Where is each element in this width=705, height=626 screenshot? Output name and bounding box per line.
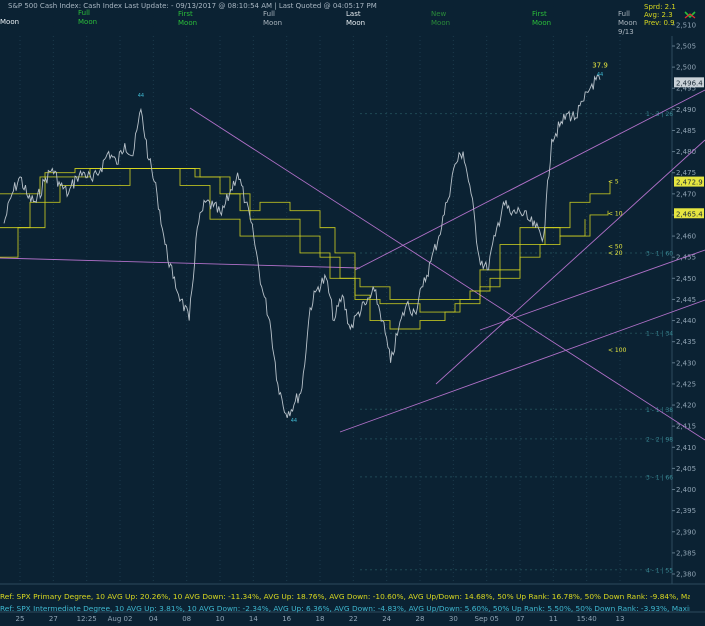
moon-phase-5-line2: Moon <box>431 19 451 27</box>
x-tick-label: 14 <box>249 615 258 623</box>
moon-phase-4-line2: Moon <box>346 19 366 27</box>
x-tick-label: 11 <box>549 615 558 623</box>
annotation-label: 44 <box>291 418 297 424</box>
moon-phase-7-line2: Moon <box>618 19 638 27</box>
trendline <box>435 139 705 385</box>
y-tick-label: 2,390 <box>676 528 696 536</box>
y-tick-label: 2,470 <box>676 190 696 198</box>
ma-label: < 10 <box>608 210 623 217</box>
y-tick-label: 2,420 <box>676 402 696 410</box>
trendline <box>0 257 361 269</box>
moon-phase-1-line1: Full <box>78 9 90 17</box>
x-tick-label: 24 <box>382 615 391 623</box>
ma-label: < 20 <box>608 250 623 257</box>
x-tick-label: 13 <box>616 615 625 623</box>
moon-phase-5-line1: New <box>431 10 447 18</box>
current-price-tag: 2,496.4 <box>676 79 703 87</box>
arrows-icon <box>684 11 696 19</box>
stat-sprd: Sprd: 2.1 <box>644 3 676 11</box>
annotation-label: 44 <box>138 93 144 99</box>
chart-title: S&P 500 Cash Index: Cash Index Last Upda… <box>8 2 377 10</box>
y-tick-label: 2,500 <box>676 64 696 72</box>
y-tick-label: 2,425 <box>676 380 696 388</box>
y-tick-label: 2,460 <box>676 233 696 241</box>
y-tick-label: 2,480 <box>676 148 696 156</box>
price-line <box>3 74 601 419</box>
trendline <box>354 89 705 271</box>
moon-phase-6-line2: Moon <box>532 19 552 27</box>
ma-label: < 5 <box>608 179 619 186</box>
y-tick-label: 2,440 <box>676 317 696 325</box>
cycle-label: 2 - 2 | 98 <box>646 436 673 443</box>
stat-avg: Avg: 2.3 <box>644 11 673 19</box>
cycle-label: 1 - 1 | 34 <box>646 331 673 338</box>
ma5-price-tag: 2,472.9 <box>676 179 703 187</box>
moon-phase-1-line2: Moon <box>78 18 98 26</box>
moon-phase-3-line1: Full <box>263 10 275 18</box>
moon-phase-7-line1: Full <box>618 10 630 18</box>
x-tick-label: 27 <box>49 615 58 623</box>
y-tick-label: 2,415 <box>676 423 696 431</box>
x-tick-label: 15:40 <box>577 615 597 623</box>
y-tick-label: 2,405 <box>676 465 696 473</box>
moon-phase-4-line1: Last <box>346 10 361 18</box>
x-tick-label: 22 <box>349 615 358 623</box>
cycle-label: 4 - 1 | 55 <box>646 567 673 574</box>
y-tick-label: 2,455 <box>676 254 696 262</box>
y-tick-label: 2,395 <box>676 507 696 515</box>
cycle-label: 3 - 1 | 60 <box>646 250 673 257</box>
moving-average-line-1 <box>0 168 586 300</box>
x-tick-label: 12:25 <box>77 615 97 623</box>
y-tick-label: 2,400 <box>676 486 696 494</box>
moon-phase-2-line1: First <box>178 10 193 18</box>
x-tick-label: Sep 05 <box>475 615 499 623</box>
x-tick-label: 30 <box>449 615 458 623</box>
moon-phase-7-date: 9/13 <box>618 28 634 36</box>
chart-header: S&P 500 Cash Index: Cash Index Last Upda… <box>0 0 705 36</box>
cycle-label: 1 - 3 | 26 <box>646 111 673 118</box>
annotation-label: 37.9 <box>592 61 608 69</box>
y-tick-label: 2,435 <box>676 338 696 346</box>
x-tick-label: 04 <box>149 615 158 623</box>
x-tick-label: 25 <box>16 615 25 623</box>
x-tick-label: 18 <box>316 615 325 623</box>
y-tick-label: 2,485 <box>676 127 696 135</box>
cycle-label: 3 - 1 | 66 <box>646 474 673 481</box>
ma-label: < 100 <box>608 347 627 354</box>
stat-prev: Prev: 0.9 <box>644 19 675 27</box>
y-tick-label: 2,445 <box>676 296 696 304</box>
x-tick-label: 16 <box>282 615 291 623</box>
x-tick-label: 07 <box>516 615 525 623</box>
x-tick-label: 08 <box>182 615 191 623</box>
ref-intermediate-line: Ref: SPX Intermediate Degree, 10 AVG Up:… <box>0 604 690 613</box>
moon-phase-2-line2: Moon <box>178 19 198 27</box>
y-tick-label: 2,490 <box>676 106 696 114</box>
moving-average-line-2 <box>0 168 611 330</box>
moving-average-line-3 <box>0 168 609 313</box>
y-tick-label: 2,450 <box>676 275 696 283</box>
y-tick-label: 2,385 <box>676 549 696 557</box>
price-chart: 25 27 12:25 Aug 02 04 08 10 14 16 18 22 24 28 30 Sep 0… <box>0 21 705 623</box>
x-tick-label: Aug 02 <box>108 615 133 623</box>
ma10-price-tag: 2,465.4 <box>676 210 703 218</box>
annotation-label: 44 <box>597 72 603 78</box>
ref-primary-line: Ref: SPX Primary Degree, 10 AVG Up: 20.2… <box>0 592 690 601</box>
trendline <box>479 249 705 331</box>
y-tick-label: 2,410 <box>676 444 696 452</box>
x-tick-label: 28 <box>416 615 425 623</box>
y-tick-label: 2,380 <box>676 571 696 579</box>
trendline <box>189 107 705 441</box>
moon-phase-6-line1: First <box>532 10 547 18</box>
moon-phase-3-line2: Moon <box>263 19 283 27</box>
x-tick-label: 10 <box>216 615 225 623</box>
y-tick-label: 2,475 <box>676 169 696 177</box>
y-tick-label: 2,505 <box>676 43 696 51</box>
corner-icon[interactable] <box>684 6 696 19</box>
left-moon-label: Moon <box>0 18 20 26</box>
y-tick-label: 2,430 <box>676 359 696 367</box>
